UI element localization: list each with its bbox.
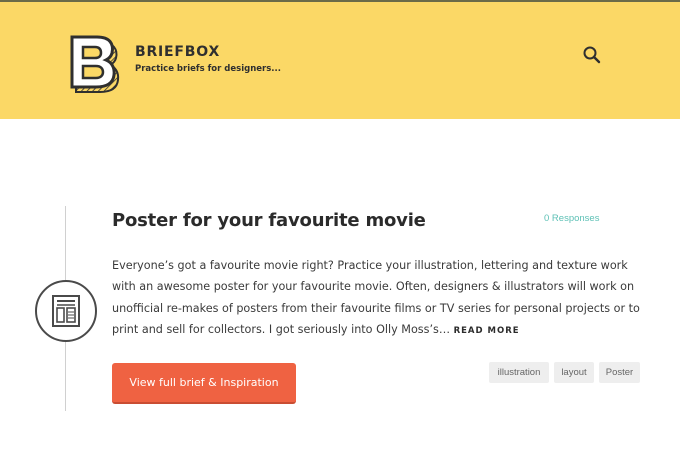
search-icon[interactable] <box>582 45 602 65</box>
post-title[interactable]: Poster for your favourite movie <box>112 210 426 231</box>
responses-link[interactable]: 0 Responses <box>544 213 599 224</box>
site-header: BRIEFBOX Practice briefs for designers..… <box>0 0 680 119</box>
b-logo-icon[interactable] <box>70 34 122 94</box>
post-excerpt: Everyone’s got a favourite movie right? … <box>112 255 642 342</box>
tag-illustration[interactable]: illustration <box>489 362 549 383</box>
brand-tagline: Practice briefs for designers... <box>135 64 281 74</box>
view-brief-button[interactable]: View full brief & Inspiration <box>112 363 296 404</box>
tag-poster[interactable]: Poster <box>599 362 640 383</box>
excerpt-text: Everyone’s got a favourite movie right? … <box>112 259 640 336</box>
tag-layout[interactable]: layout <box>554 362 594 383</box>
brand-name[interactable]: BRIEFBOX <box>135 44 220 60</box>
read-more-link[interactable]: READ MORE <box>454 326 520 336</box>
poster-icon <box>35 280 97 342</box>
